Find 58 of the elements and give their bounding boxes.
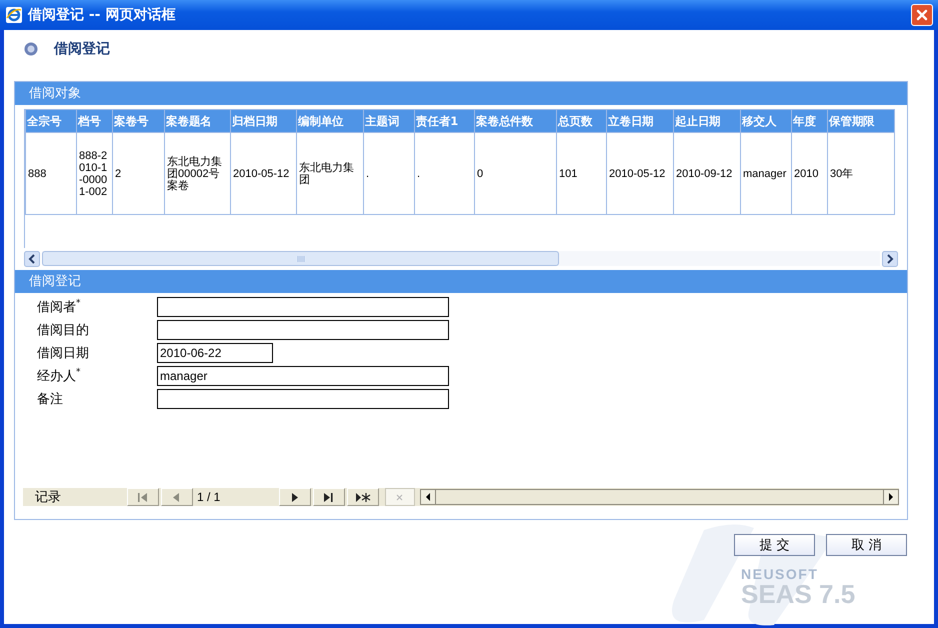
input-field[interactable]	[157, 297, 449, 317]
dialog-button[interactable]: 取 消	[826, 534, 907, 556]
section-header: 借阅登记	[15, 270, 907, 293]
field-label: 借阅者$^{*}$	[37, 298, 82, 316]
table-cell: 0	[477, 168, 484, 180]
column-header: 移交人	[740, 110, 792, 132]
dialog-button[interactable]: 提 交	[734, 534, 815, 556]
column-header: 起止日期	[674, 110, 740, 132]
column-header: 保管期限	[828, 110, 894, 132]
field-label: 借阅目的	[37, 322, 90, 339]
browser-icon	[6, 7, 22, 23]
column-header: 责任者1	[414, 110, 474, 132]
column-header: 编制单位	[296, 110, 364, 132]
grip-icon	[296, 256, 304, 262]
table-cell: 101	[559, 168, 578, 180]
table-cell: 888	[28, 168, 46, 180]
column-header: 总页数	[556, 110, 606, 132]
field-label: 经办人$^{*}$	[37, 367, 82, 385]
column-header: 立卷日期	[606, 110, 674, 132]
table-cell: 2010-09-12	[676, 168, 732, 180]
column-header: 案卷题名	[164, 110, 230, 132]
input-field[interactable]: 2010-06-22	[157, 343, 273, 363]
horizontal-scrollbar[interactable]	[24, 250, 898, 267]
column-header: 全宗号	[26, 110, 76, 132]
table-cell: 2010	[794, 168, 818, 180]
table-cell: manager	[743, 168, 786, 180]
bullet-icon	[24, 42, 38, 56]
section-header: 借阅对象	[15, 82, 907, 105]
record-position: 1 / 1	[196, 490, 222, 504]
close-icon	[916, 9, 928, 21]
column-header: 案卷总件数	[474, 110, 556, 132]
brand-company: NEUSOFT	[741, 566, 820, 582]
column-header: 案卷号	[112, 110, 164, 132]
page-heading: 借阅登记	[54, 40, 110, 58]
field-label: 备注	[37, 391, 64, 408]
table-cell: 2010-05-12	[233, 168, 290, 180]
brand-product: SEAS 7.5	[741, 582, 856, 606]
input-field[interactable]	[157, 320, 449, 340]
table-cell: 30年	[830, 168, 854, 180]
horizontal-scrollbar[interactable]	[420, 489, 899, 505]
new-record-icon	[355, 490, 371, 504]
input-field[interactable]	[157, 389, 449, 409]
table-cell: 东北电力集团00002号案卷	[167, 156, 222, 192]
window-title: 借阅登记 -- 网页对话框	[28, 6, 176, 24]
column-header: 主题词	[364, 110, 414, 132]
table-cell: .	[366, 168, 370, 180]
navigator-label: 记录	[34, 489, 62, 506]
column-header: 归档日期	[230, 110, 296, 132]
field-label: 借阅日期	[37, 345, 90, 362]
table-cell: 888-2010-1-00001-002	[79, 150, 108, 198]
table-cell: .	[417, 168, 420, 180]
close-button[interactable]	[911, 4, 933, 26]
column-header: 年度	[792, 110, 828, 132]
table-cell: 2	[115, 168, 122, 180]
table-cell: 2010-05-12	[609, 168, 666, 180]
column-header: 档号	[76, 110, 112, 132]
table-cell: 东北电力集团	[299, 162, 354, 186]
input-field[interactable]: manager	[157, 366, 449, 386]
